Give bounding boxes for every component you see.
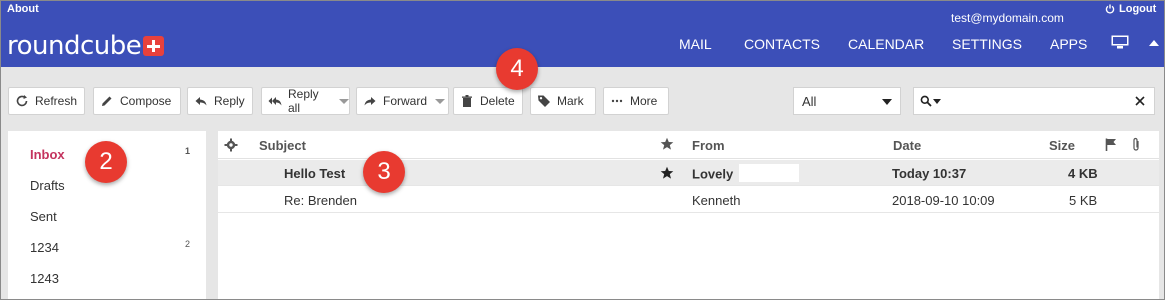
folder-label: Inbox bbox=[30, 146, 65, 162]
logout-label: Logout bbox=[1119, 3, 1157, 15]
power-icon bbox=[1105, 4, 1115, 14]
star-column-icon[interactable] bbox=[660, 137, 674, 151]
compose-label: Compose bbox=[120, 94, 172, 108]
pencil-icon bbox=[102, 96, 112, 106]
search-box bbox=[913, 87, 1155, 115]
nav-apps[interactable]: APPS bbox=[1050, 36, 1087, 52]
about-link[interactable]: About bbox=[7, 3, 39, 15]
paperclip-icon[interactable] bbox=[1131, 137, 1141, 152]
folder-1243[interactable]: 1243 bbox=[8, 263, 206, 293]
message-subject: Hello Test bbox=[284, 166, 346, 181]
message-size: 5 KB bbox=[1069, 193, 1098, 208]
reply-icon bbox=[195, 97, 207, 106]
callout-4: 4 bbox=[496, 48, 538, 90]
filter-value: All bbox=[802, 93, 817, 109]
user-email: test@mydomain.com bbox=[951, 11, 1064, 25]
folder-label: 1234 bbox=[30, 239, 59, 255]
message-list: Subject From Date Size Hello Test Lovely… bbox=[218, 131, 1159, 299]
sender-name: Lovely bbox=[692, 166, 734, 182]
ellipsis-icon bbox=[611, 99, 623, 103]
message-date: 2018-09-10 10:09 bbox=[892, 193, 995, 208]
message-size: 4 KB bbox=[1068, 166, 1098, 181]
logo-plus-icon bbox=[143, 36, 165, 56]
folder-sent[interactable]: Sent bbox=[8, 201, 206, 231]
forward-dropdown-icon[interactable] bbox=[435, 98, 446, 104]
refresh-label: Refresh bbox=[35, 94, 78, 108]
filter-dropdown-icon bbox=[882, 99, 892, 105]
folder-label: Sent bbox=[30, 208, 57, 224]
caret-up-icon[interactable] bbox=[1149, 40, 1159, 46]
more-label: More bbox=[630, 94, 658, 108]
app-window: About test@mydomain.com Logout roundcube… bbox=[0, 0, 1165, 300]
trash-icon bbox=[462, 95, 472, 107]
logo-text: roundcube bbox=[7, 31, 142, 61]
nav-calendar[interactable]: CALENDAR bbox=[848, 36, 924, 52]
top-header: About test@mydomain.com Logout roundcube… bbox=[1, 1, 1164, 67]
nav-mail[interactable]: MAIL bbox=[679, 36, 712, 52]
forward-icon bbox=[364, 97, 376, 106]
mark-button[interactable]: Mark bbox=[530, 87, 596, 115]
column-subject[interactable]: Subject bbox=[259, 138, 306, 153]
column-from[interactable]: From bbox=[692, 138, 725, 153]
reply-button[interactable]: Reply bbox=[187, 87, 253, 115]
search-options-dropdown-icon bbox=[933, 98, 941, 104]
callout-3: 3 bbox=[363, 151, 405, 193]
delete-label: Delete bbox=[480, 94, 515, 108]
message-date: Today 10:37 bbox=[892, 166, 967, 181]
tag-icon bbox=[538, 95, 550, 107]
gear-icon[interactable] bbox=[224, 138, 238, 152]
callout-2: 2 bbox=[85, 141, 127, 183]
message-row[interactable]: Re: Brenden Kenneth 2018-09-10 10:09 5 K… bbox=[218, 187, 1159, 213]
roundcube-logo: roundcube bbox=[7, 31, 165, 61]
reply-all-dropdown-icon[interactable] bbox=[339, 98, 349, 104]
message-from: Kenneth bbox=[692, 193, 741, 208]
reply-all-button[interactable]: Reply all bbox=[261, 87, 350, 115]
refresh-button[interactable]: Refresh bbox=[8, 87, 85, 115]
folder-label: 1243 bbox=[30, 270, 59, 286]
logout-button[interactable]: Logout bbox=[1105, 3, 1156, 15]
folder-label: Drafts bbox=[30, 177, 65, 193]
message-row[interactable]: Hello Test Lovely Today 10:37 4 KB bbox=[218, 160, 1159, 186]
message-subject: Re: Brenden bbox=[284, 193, 357, 208]
reply-all-label: Reply all bbox=[288, 87, 319, 115]
search-input[interactable] bbox=[941, 88, 1130, 114]
search-icon bbox=[920, 95, 932, 107]
compose-button[interactable]: Compose bbox=[93, 87, 181, 115]
more-button[interactable]: More bbox=[603, 87, 669, 115]
delete-button[interactable]: Delete bbox=[453, 87, 523, 115]
toolbar: Refresh Compose Reply Reply all Forward … bbox=[1, 67, 1164, 127]
refresh-icon bbox=[16, 95, 28, 107]
message-list-header: Subject From Date Size bbox=[218, 131, 1159, 159]
reply-label: Reply bbox=[214, 94, 245, 108]
forward-button[interactable]: Forward bbox=[356, 87, 449, 115]
column-size[interactable]: Size bbox=[1049, 138, 1075, 153]
message-from: Lovely bbox=[692, 164, 800, 184]
close-icon bbox=[1135, 96, 1145, 106]
search-options-button[interactable] bbox=[914, 95, 941, 107]
star-icon[interactable] bbox=[660, 166, 674, 180]
reply-all-icon bbox=[268, 97, 282, 106]
flag-column-icon[interactable] bbox=[1105, 138, 1117, 151]
column-date[interactable]: Date bbox=[893, 138, 921, 153]
filter-select[interactable]: All bbox=[793, 87, 901, 115]
redacted-box bbox=[739, 164, 800, 182]
forward-label: Forward bbox=[383, 94, 428, 108]
search-reset-button[interactable] bbox=[1130, 91, 1150, 111]
unread-count: 1 bbox=[184, 146, 190, 156]
nav-settings[interactable]: SETTINGS bbox=[952, 36, 1022, 52]
nav-contacts[interactable]: CONTACTS bbox=[744, 36, 820, 52]
desktop-icon[interactable] bbox=[1111, 35, 1129, 49]
mark-label: Mark bbox=[557, 94, 584, 108]
folder-1234[interactable]: 1234 2 bbox=[8, 232, 206, 262]
unread-count: 2 bbox=[184, 239, 190, 249]
